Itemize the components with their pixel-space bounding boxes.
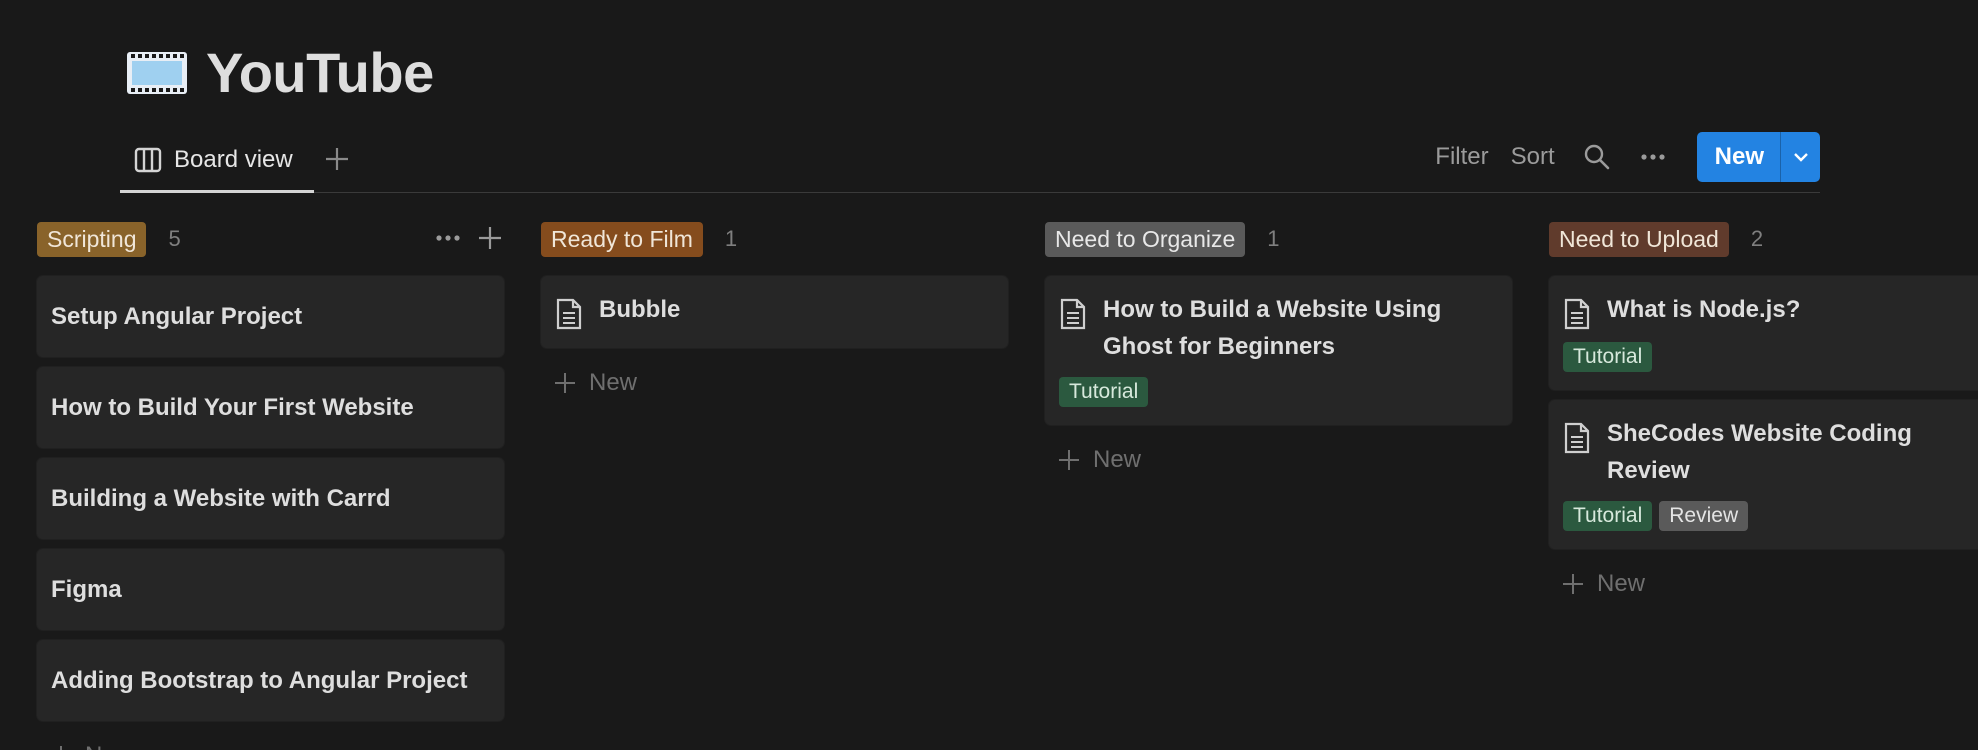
document-icon xyxy=(1564,422,1590,454)
add-new-label: New xyxy=(1093,446,1142,473)
column-need-to-organize: Need to Organize 1 How to Build a Websit… xyxy=(1045,218,1512,750)
card-tags: Tutorial xyxy=(1059,377,1498,407)
film-icon[interactable] xyxy=(126,51,188,95)
more-options-icon[interactable] xyxy=(1639,143,1667,171)
card-title: Figma xyxy=(51,576,122,603)
card-title: Setup Angular Project xyxy=(51,303,303,330)
board-card[interactable]: SheCodes Website Coding Review Tutorial … xyxy=(1549,400,1978,549)
board-card[interactable]: How to Build a Website Using Ghost for B… xyxy=(1045,276,1512,425)
column-count: 1 xyxy=(724,226,738,251)
new-dropdown-button[interactable] xyxy=(1780,132,1820,182)
column-actions xyxy=(420,224,504,252)
add-new-card-button[interactable]: New xyxy=(37,731,504,750)
board-card[interactable]: Setup Angular Project xyxy=(37,276,504,357)
new-button-group: New xyxy=(1696,132,1820,182)
document-icon xyxy=(1060,298,1086,330)
page-title[interactable]: YouTube xyxy=(206,40,434,105)
board-card[interactable]: What is Node.js? Tutorial xyxy=(1549,276,1978,390)
column-header: Need to Organize 1 xyxy=(1045,218,1512,260)
page-header: YouTube xyxy=(126,40,434,105)
add-new-label: New xyxy=(589,369,638,396)
column-need-to-upload: Need to Upload 2 What is Node.js? Tutori… xyxy=(1549,218,1978,750)
more-options-icon[interactable] xyxy=(434,224,462,252)
board-card[interactable]: Adding Bootstrap to Angular Project xyxy=(37,640,504,721)
new-button[interactable]: New xyxy=(1697,132,1780,182)
column-status-tag[interactable]: Ready to Film xyxy=(541,221,703,257)
tag-tutorial: Tutorial xyxy=(1563,342,1653,372)
board-card[interactable]: Figma xyxy=(37,549,504,630)
column-status-tag[interactable]: Scripting xyxy=(37,221,147,257)
sort-button[interactable]: Sort xyxy=(1511,143,1555,171)
add-view-icon[interactable] xyxy=(320,142,354,176)
card-tags: Tutorial xyxy=(1563,342,1975,372)
column-count: 2 xyxy=(1750,226,1764,251)
add-new-label: New xyxy=(85,742,133,750)
filter-button[interactable]: Filter xyxy=(1435,143,1488,171)
tag-review: Review xyxy=(1659,501,1749,531)
card-title: How to Build Your First Website xyxy=(51,394,414,421)
add-new-label: New xyxy=(1597,570,1646,597)
board-card[interactable]: Building a Website with Carrd xyxy=(37,458,504,539)
tag-tutorial: Tutorial xyxy=(1059,377,1149,407)
card-title: Building a Website with Carrd xyxy=(51,485,391,512)
card-title: What is Node.js? xyxy=(1607,296,1801,323)
plus-icon xyxy=(555,373,575,393)
card-title: How to Build a Website Using Ghost for B… xyxy=(1103,296,1442,360)
board-card[interactable]: How to Build Your First Website xyxy=(37,367,504,448)
plus-icon xyxy=(60,746,62,750)
board-view-icon xyxy=(134,147,162,173)
chevron-down-icon xyxy=(1793,153,1808,162)
document-icon xyxy=(556,298,582,330)
column-ready-to-film: Ready to Film 1 Bubble New xyxy=(541,218,1008,750)
tab-label: Board view xyxy=(174,146,293,173)
column-header: Scripting 5 xyxy=(37,218,504,260)
board-card[interactable]: Bubble xyxy=(541,276,1008,348)
tab-board-view[interactable]: Board view xyxy=(120,130,314,193)
search-icon[interactable] xyxy=(1583,143,1611,171)
plus-icon xyxy=(1563,574,1583,594)
document-icon xyxy=(1564,298,1590,330)
add-new-card-button[interactable]: New xyxy=(1045,435,1512,485)
add-card-icon[interactable] xyxy=(476,224,504,252)
column-status-tag[interactable]: Need to Organize xyxy=(1045,221,1246,257)
card-title: SheCodes Website Coding Review xyxy=(1607,420,1912,484)
column-header: Need to Upload 2 xyxy=(1549,218,1978,260)
column-scripting: Scripting 5 Setup Angular Project How to… xyxy=(37,218,504,750)
board-page: YouTube Board view Filter Sort New Scrip… xyxy=(0,0,1978,750)
column-count: 5 xyxy=(168,226,181,251)
card-title: Adding Bootstrap to Angular Project xyxy=(51,667,468,694)
column-status-tag[interactable]: Need to Upload xyxy=(1549,221,1729,257)
column-count: 1 xyxy=(1267,226,1280,251)
card-tags: Tutorial Review xyxy=(1563,501,1975,531)
plus-icon xyxy=(1059,450,1079,470)
view-toolbar: Board view Filter Sort New xyxy=(120,130,1820,193)
column-header: Ready to Film 1 xyxy=(541,218,1008,260)
add-new-card-button[interactable]: New xyxy=(541,358,1008,408)
card-title: Bubble xyxy=(599,296,681,323)
toolbar-actions: Filter Sort New xyxy=(1413,132,1820,182)
kanban-board: Scripting 5 Setup Angular Project How to… xyxy=(37,218,1978,750)
add-new-card-button[interactable]: New xyxy=(1549,559,1978,609)
tag-tutorial: Tutorial xyxy=(1563,501,1653,531)
